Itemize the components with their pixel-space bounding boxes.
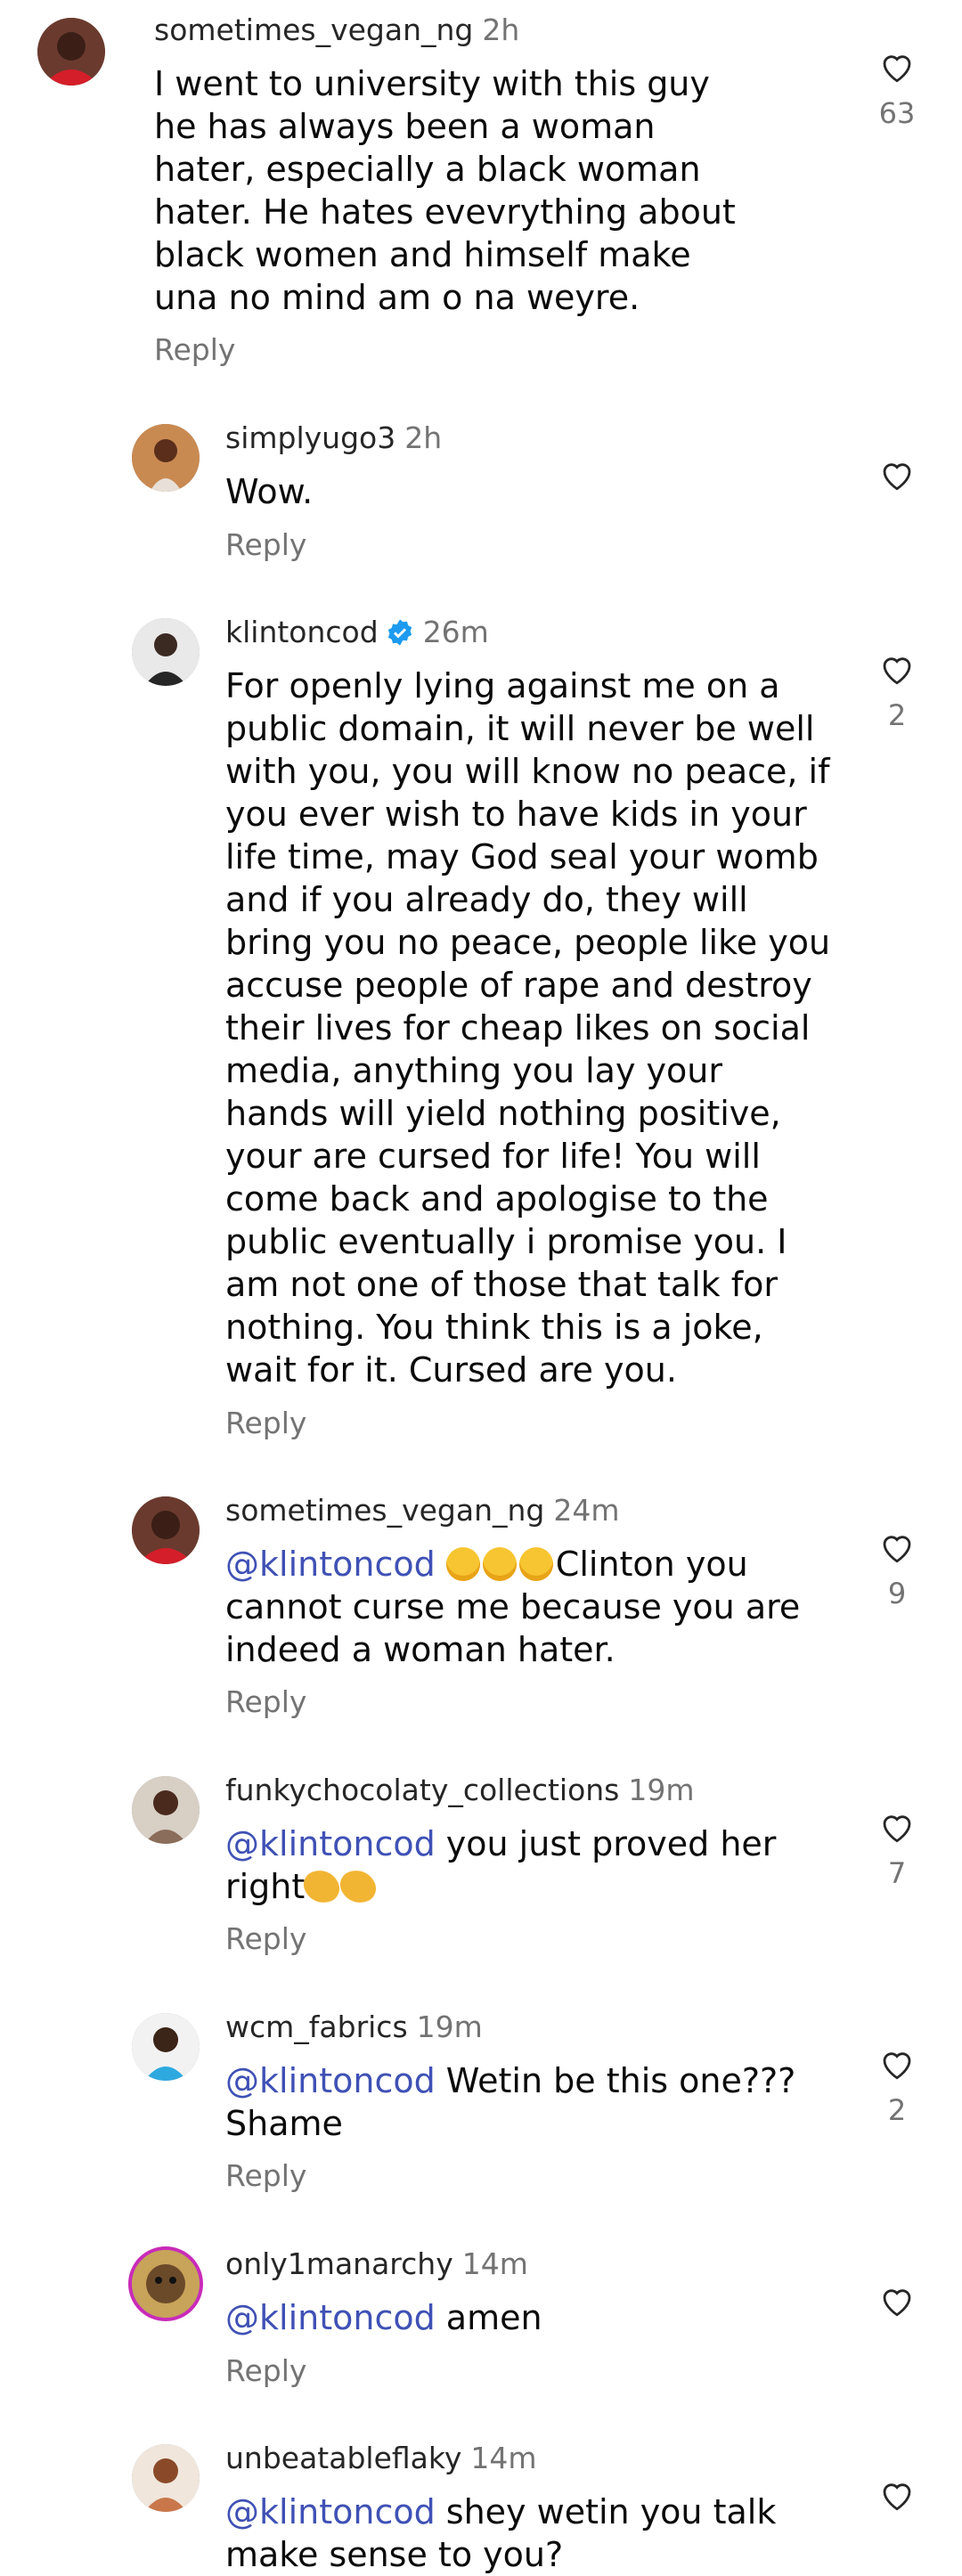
- comment-username[interactable]: unbeatableflaky: [225, 2441, 461, 2475]
- like-count: 7: [887, 1856, 907, 1890]
- avatar[interactable]: [132, 2444, 200, 2512]
- comment-username[interactable]: only1manarchy: [225, 2246, 453, 2281]
- clapping-hands-emoji-icon: [299, 1864, 344, 1909]
- comment-username[interactable]: simplyugo3: [225, 420, 395, 455]
- reply-button[interactable]: Reply: [225, 1921, 306, 1956]
- like-count: 2: [887, 698, 907, 732]
- comment-text-body: amen: [435, 2298, 542, 2337]
- comment-username[interactable]: funkychocolaty_collections: [225, 1773, 619, 1807]
- verified-badge-icon: [387, 619, 412, 646]
- comment-text: For openly lying against me on a public …: [225, 666, 831, 1390]
- heart-outline-icon[interactable]: [876, 1528, 917, 1566]
- reply-button[interactable]: Reply: [225, 2158, 306, 2193]
- reply-button[interactable]: Reply: [225, 527, 306, 562]
- comment-time: 19m: [628, 1773, 695, 1807]
- comment-time: 2h: [482, 12, 520, 47]
- comment-username[interactable]: sometimes_vegan_ng: [225, 1493, 544, 1528]
- like-count: 2: [887, 2093, 907, 2127]
- mention-link[interactable]: @klintoncod: [225, 2061, 436, 2100]
- heart-outline-icon[interactable]: [876, 2476, 917, 2514]
- avatar[interactable]: [128, 2246, 203, 2321]
- comment-text: @klintoncod Wetin be this one??? Shame: [225, 2059, 831, 2145]
- comment-time: 14m: [461, 2246, 528, 2281]
- avatar[interactable]: [132, 1776, 200, 1844]
- comment-time: 26m: [422, 615, 489, 649]
- clapping-hands-emoji-icon: [336, 1864, 380, 1909]
- reply-button[interactable]: Reply: [225, 1684, 306, 1719]
- heart-outline-icon[interactable]: [876, 650, 917, 688]
- comment-username[interactable]: sometimes_vegan_ng: [154, 12, 473, 47]
- reply-button[interactable]: Reply: [225, 2353, 306, 2388]
- avatar[interactable]: [37, 18, 105, 86]
- heart-outline-icon[interactable]: [876, 1808, 917, 1846]
- avatar[interactable]: [132, 424, 200, 492]
- heart-outline-icon[interactable]: [876, 2282, 917, 2319]
- comment-text: @klintoncod amen: [225, 2296, 831, 2339]
- comment-text: I went to university with this guy he ha…: [154, 64, 736, 317]
- comment-text: Wow.: [225, 472, 314, 511]
- avatar[interactable]: [132, 1496, 200, 1564]
- reply-button[interactable]: Reply: [225, 1406, 306, 1440]
- comment-text: @klintoncod Clinton you cannot curse me …: [225, 1543, 831, 1671]
- comment-text: @klintoncod you just proved her right: [225, 1822, 831, 1909]
- comment-username[interactable]: wcm_fabrics: [225, 2009, 408, 2044]
- mention-link[interactable]: @klintoncod: [225, 1824, 436, 1863]
- comment-time: 14m: [470, 2441, 537, 2475]
- avatar[interactable]: [132, 618, 200, 686]
- laughing-emoji-icon: [445, 1547, 480, 1581]
- comment-time: 24m: [553, 1493, 620, 1528]
- laughing-emoji-icon: [518, 1547, 553, 1581]
- like-count: 63: [878, 96, 916, 130]
- avatar[interactable]: [132, 2013, 200, 2081]
- like-count: 9: [887, 1577, 907, 1610]
- comment-username[interactable]: klintoncod: [225, 615, 379, 649]
- heart-outline-icon[interactable]: [876, 2045, 917, 2083]
- comment-time: 19m: [416, 2009, 483, 2044]
- comment-text: @klintoncod shey wetin you talk make sen…: [225, 2490, 831, 2576]
- reply-button[interactable]: Reply: [154, 332, 235, 367]
- heart-outline-icon[interactable]: [876, 48, 917, 86]
- mention-link[interactable]: @klintoncod: [225, 1545, 436, 1584]
- laughing-emoji-icon: [482, 1547, 517, 1581]
- mention-link[interactable]: @klintoncod: [225, 2298, 436, 2337]
- comment-time: 2h: [404, 420, 443, 455]
- mention-link[interactable]: @klintoncod: [225, 2492, 436, 2531]
- heart-outline-icon[interactable]: [876, 456, 917, 493]
